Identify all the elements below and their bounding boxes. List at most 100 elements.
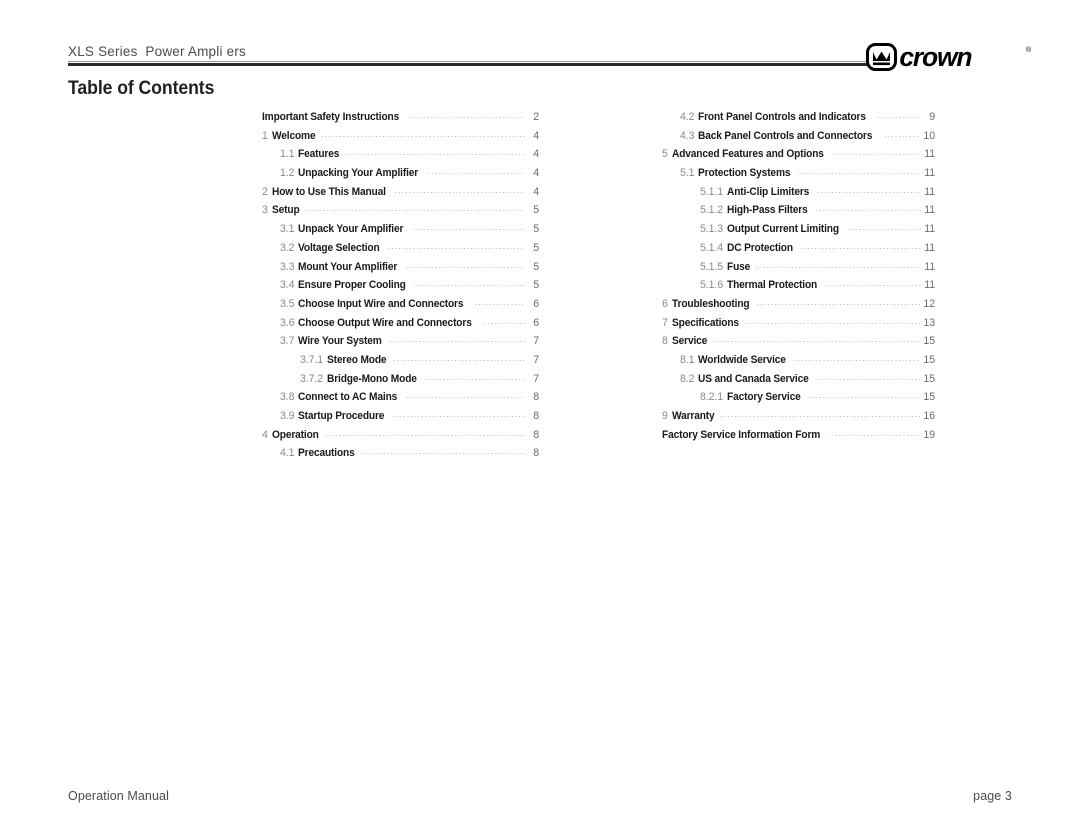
toc-entry-number: 1 (262, 129, 268, 142)
toc-entry-page-number: 16 (923, 410, 935, 422)
toc-dot-leader (815, 199, 921, 218)
toc-entry-label: Warranty (671, 410, 715, 422)
toc-entry-number: 7 (662, 316, 668, 329)
registered-trademark-icon: ® (1026, 46, 1032, 54)
toc-dot-leader (321, 125, 525, 144)
toc-entry[interactable]: Factory Service Information Form 19 (662, 426, 935, 445)
toc-entry[interactable]: 4.1Precautions 8 (262, 444, 539, 463)
toc-entry-page-number: 15 (923, 335, 935, 348)
toc-dot-leader (475, 293, 525, 312)
toc-entry-page-number: 11 (924, 241, 935, 254)
crown-logo: crown ® (866, 40, 1036, 74)
toc-entry-label: Precautions (298, 447, 356, 460)
toc-entry-label: Fuse (727, 260, 751, 273)
toc-entry-page-number: 8 (533, 410, 539, 422)
toc-dot-leader (415, 274, 525, 293)
toc-dot-leader (808, 386, 921, 405)
toc-dot-leader (324, 424, 525, 443)
toc-entry-number: 3.6 (280, 316, 295, 329)
toc-entry-page-number: 5 (533, 260, 539, 273)
toc-entry-page-number: 11 (924, 204, 935, 217)
toc-dot-leader (406, 256, 525, 275)
toc-dot-leader (848, 218, 921, 237)
toc-entry-number: 2 (262, 185, 268, 198)
toc-entry-number: 5.1.1 (700, 185, 724, 198)
toc-dot-leader (825, 274, 921, 293)
toc-entry-label: Features (298, 148, 340, 161)
toc-entry-number: 5.1.2 (700, 204, 724, 217)
crown-wordmark: crown (899, 42, 972, 72)
crown-base-bar (873, 62, 890, 66)
page-title: Table of Contents (68, 78, 215, 99)
toc-entry-page-number: 11 (924, 279, 935, 292)
toc-entry-label: Choose Input Wire and Connectors (298, 297, 464, 310)
toc-entry-page-number: 5 (533, 279, 539, 292)
toc-entry-page-number: 2 (533, 111, 539, 123)
toc-entry-number: 3.7.1 (300, 353, 324, 366)
toc-dot-leader (390, 330, 525, 349)
toc-dot-leader (799, 162, 921, 181)
page-footer: Operation Manual page 3 (68, 789, 1012, 803)
toc-entry-number: 8.1 (680, 353, 695, 366)
toc-dot-leader (755, 256, 921, 275)
toc-dot-leader (746, 312, 921, 331)
toc-entry-label: Service (671, 335, 707, 348)
toc-entry-page-number: 13 (923, 316, 935, 329)
toc-entry-label: Bridge-Mono Mode (327, 372, 417, 385)
toc-entry-label: Protection Systems (698, 167, 791, 180)
toc-entry-number: 5.1 (680, 167, 695, 180)
toc-entry-label: Factory Service Information Form (662, 428, 821, 441)
toc-entry-number: 5.1.3 (700, 223, 724, 236)
header-rule (68, 61, 868, 66)
toc-entry-page-number: 9 (929, 111, 935, 123)
toc-entry-label: Operation (271, 428, 319, 441)
toc-dot-leader (387, 237, 525, 256)
toc-entry-page-number: 11 (924, 260, 935, 273)
toc-entry-number: 3.3 (280, 260, 295, 273)
toc-entry-number: 3.2 (280, 241, 295, 254)
toc-dot-leader (817, 181, 921, 200)
toc-entry-number: 4.1 (280, 447, 295, 460)
toc-entry-page-number: 7 (533, 335, 539, 348)
toc-entry-number: 3.1 (280, 223, 295, 236)
toc-entry-number: 3.5 (280, 297, 295, 310)
toc-dot-leader (884, 125, 920, 144)
toc-entry-page-number: 11 (924, 167, 935, 180)
toc-dot-leader (412, 218, 525, 237)
toc-entry-label: Worldwide Service (698, 353, 787, 366)
document-page: XLS Series Power Ampli ers crown ® Table… (0, 0, 1080, 834)
footer-page-number: page 3 (973, 789, 1012, 803)
toc-entry-label: Mount Your Amplifier (298, 260, 398, 273)
toc-entry-page-number: 12 (923, 297, 935, 310)
toc-entry-number: 3.9 (280, 410, 295, 422)
toc-entry-label: Voltage Selection (298, 241, 381, 254)
toc-entry-page-number: 4 (533, 148, 539, 161)
toc-entry-label: Front Panel Controls and Indicators (698, 111, 867, 123)
toc-entry-page-number: 11 (924, 185, 935, 198)
toc-dot-leader (794, 349, 921, 368)
toc-dot-leader (428, 162, 525, 181)
toc-dot-leader (393, 349, 525, 368)
toc-entry-page-number: 11 (924, 223, 935, 236)
toc-dot-leader (483, 312, 525, 331)
toc-dot-leader (712, 330, 920, 349)
toc-entry-page-number: 19 (923, 428, 935, 441)
toc-entry-page-number: 15 (923, 372, 935, 385)
toc-dot-leader (345, 143, 525, 162)
header-rule-thin (68, 61, 868, 62)
toc-entry-label: Welcome (271, 129, 316, 142)
toc-entry-number: 3.4 (280, 279, 295, 292)
running-head-title: XLS Series Power Ampli ers (68, 44, 246, 59)
toc-dot-leader (361, 442, 525, 461)
toc-entry-number: 5.1.4 (700, 241, 724, 254)
toc-entry-label: Troubleshooting (671, 297, 750, 310)
toc-dot-leader (818, 368, 921, 387)
toc-entry-number: 4.3 (680, 129, 695, 142)
toc-column-left: Important Safety Instructions21Welcome41… (262, 108, 539, 463)
toc-entry-number: 3.7.2 (300, 372, 324, 385)
toc-dot-leader (877, 106, 921, 125)
toc-entry-page-number: 5 (533, 241, 539, 254)
toc-entry-number: 1.2 (280, 167, 295, 180)
toc-entry-number: 8 (662, 335, 668, 348)
toc-entry-page-number: 4 (533, 185, 539, 198)
